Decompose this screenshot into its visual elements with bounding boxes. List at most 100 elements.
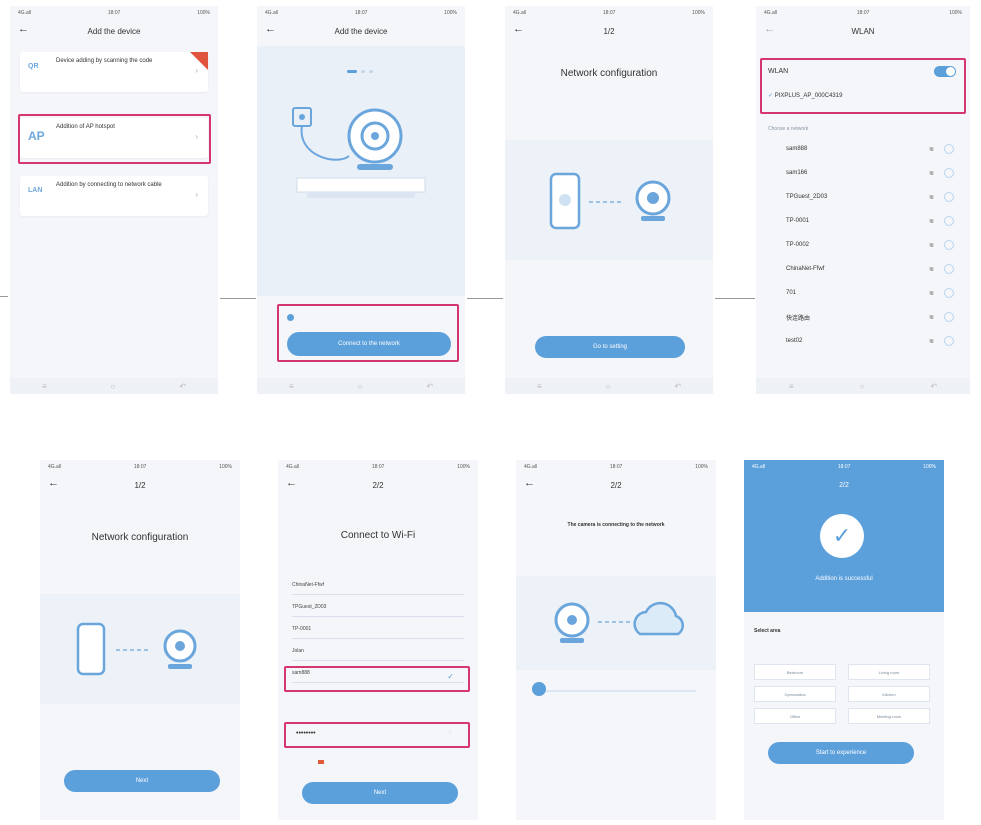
select-area-label: Select area: [754, 628, 781, 634]
wifi-signal-icon: ≋: [928, 146, 934, 153]
network-item[interactable]: sam888 ≋: [766, 140, 960, 158]
wifi-item[interactable]: TP-0001: [292, 620, 464, 639]
back-arrow-icon[interactable]: ←: [265, 23, 276, 35]
menu-icon[interactable]: ≡: [537, 382, 542, 391]
info-icon[interactable]: [944, 192, 954, 202]
card-title: Addition by connecting to network cable: [56, 182, 162, 188]
card-scan-code[interactable]: QR Device adding by scanning the code ›: [20, 52, 208, 92]
wlan-label: WLAN: [768, 68, 789, 75]
back-arrow-icon[interactable]: ←: [18, 23, 29, 35]
go-to-setting-button[interactable]: Go to setting: [535, 336, 685, 358]
page-title: Network configuration: [560, 68, 658, 79]
confirm-checkbox[interactable]: [287, 314, 294, 321]
step-indicator: 1/2: [134, 480, 146, 490]
menu-icon[interactable]: ≡: [289, 382, 294, 391]
info-icon[interactable]: [944, 216, 954, 226]
network-item[interactable]: TPGuest_2D03 ≋: [766, 188, 960, 206]
screen-success: 4G.all 18:07 100% 2/2 ✓ Addition is succ…: [744, 460, 944, 820]
home-icon[interactable]: ○: [860, 382, 865, 391]
warning-icon: [318, 760, 324, 764]
info-icon[interactable]: [944, 336, 954, 346]
wlan-toggle[interactable]: [934, 66, 956, 77]
connecting-title: The camera is connecting to the network: [567, 522, 665, 528]
wifi-item[interactable]: ChinaNet-Ffwf: [292, 576, 464, 595]
nav-bar: ← 2/2: [278, 474, 478, 496]
back-arrow-icon[interactable]: ←: [48, 477, 59, 489]
screen-wlan-settings: 4G.all 18:07 100% ← WLAN WLAN ✓ PIXPLUS_…: [756, 6, 970, 394]
home-icon[interactable]: ○: [111, 382, 116, 391]
password-input[interactable]: ••••••••: [296, 730, 316, 737]
wifi-item[interactable]: TPGuest_2D03: [292, 598, 464, 617]
check-icon: ✓: [768, 93, 775, 99]
wifi-signal-icon: ≋: [928, 266, 934, 273]
corner-badge: [190, 52, 208, 70]
next-button[interactable]: Next: [64, 770, 220, 792]
network-item[interactable]: ChinaNet-Ffwf ≋: [766, 260, 960, 278]
room-option[interactable]: Bedroom: [754, 664, 836, 680]
nav-bar: ← Add the device: [10, 20, 218, 42]
back-arrow-icon[interactable]: ←: [764, 23, 775, 35]
room-option[interactable]: Living room: [848, 664, 930, 680]
wifi-item[interactable]: Jolan: [292, 642, 464, 661]
home-icon[interactable]: ○: [358, 382, 363, 391]
home-icon[interactable]: ○: [606, 382, 611, 391]
phone-camera-illustration: [40, 594, 240, 704]
screen-add-device-power: 4G.all 18:07 100% ← Add the device Conne…: [257, 6, 465, 394]
network-item[interactable]: 快连路由 ≋: [766, 308, 960, 326]
room-option[interactable]: Gymnastics: [754, 686, 836, 702]
back-icon[interactable]: ↶: [930, 382, 937, 391]
status-bar: 4G.all 18:07 100%: [265, 10, 457, 16]
status-bar: 4G.all 18:07 100%: [524, 464, 708, 470]
wifi-signal-icon: ≋: [928, 170, 934, 177]
room-option[interactable]: Kitchen: [848, 686, 930, 702]
info-icon[interactable]: [944, 240, 954, 250]
room-option[interactable]: Office: [754, 708, 836, 724]
back-arrow-icon[interactable]: ←: [513, 23, 524, 35]
network-item[interactable]: TP-0002 ≋: [766, 236, 960, 254]
system-nav-bar: ≡ ○ ↶: [505, 378, 713, 394]
divider: [715, 298, 755, 299]
menu-icon[interactable]: ≡: [789, 382, 794, 391]
network-name: TP-0001: [786, 218, 810, 224]
network-item[interactable]: TP-0001 ≋: [766, 212, 960, 230]
card-title: Device adding by scanning the code: [56, 58, 153, 64]
start-experience-button[interactable]: Start to experience: [768, 742, 914, 764]
network-item[interactable]: sam166 ≋: [766, 164, 960, 182]
nav-bar: ← 1/2: [40, 474, 240, 496]
info-icon[interactable]: [944, 312, 954, 322]
page-title: Network configuration: [91, 532, 189, 543]
page-title: Add the device: [334, 26, 388, 36]
network-item[interactable]: test02 ≋: [766, 332, 960, 350]
progress-knob: [532, 682, 546, 696]
screen-connecting: 4G.all 18:07 100% ← 2/2 The camera is co…: [516, 460, 716, 820]
next-button[interactable]: Next: [302, 782, 458, 804]
menu-icon[interactable]: ≡: [42, 382, 47, 391]
card-network-cable[interactable]: LAN Addition by connecting to network ca…: [20, 176, 208, 216]
success-text: Addition is successful: [815, 576, 873, 582]
room-option[interactable]: Meeting room: [848, 708, 930, 724]
qr-code-icon: QR: [28, 63, 39, 70]
step-indicator: 2/2: [839, 482, 849, 489]
system-nav-bar: ≡ ○ ↶: [10, 378, 218, 394]
nav-bar: ← 1/2: [505, 20, 713, 42]
eye-icon[interactable]: ◌: [448, 730, 452, 736]
connect-network-button[interactable]: Connect to the network: [287, 332, 451, 356]
back-icon[interactable]: ↶: [426, 382, 433, 391]
nav-bar: ← 2/2: [516, 474, 716, 496]
back-icon[interactable]: ↶: [179, 382, 186, 391]
info-icon[interactable]: [944, 288, 954, 298]
back-arrow-icon[interactable]: ←: [524, 477, 535, 489]
info-icon[interactable]: [944, 168, 954, 178]
screen-connect-wifi: 4G.all 18:07 100% ← 2/2 Connect to Wi-Fi…: [278, 460, 478, 820]
back-icon[interactable]: ↶: [674, 382, 681, 391]
page-title: Add the device: [87, 26, 141, 36]
back-arrow-icon[interactable]: ←: [286, 477, 297, 489]
page-dots: [347, 70, 373, 73]
info-icon[interactable]: [944, 144, 954, 154]
progress-track: [536, 690, 696, 692]
wifi-name: TPGuest_2D03: [292, 604, 327, 610]
info-icon[interactable]: [944, 264, 954, 274]
connected-network[interactable]: ✓ PIXPLUS_AP_000C4319: [768, 92, 842, 99]
status-bar: 4G.all 18:07 100%: [48, 464, 232, 470]
network-item[interactable]: 701 ≋: [766, 284, 960, 302]
